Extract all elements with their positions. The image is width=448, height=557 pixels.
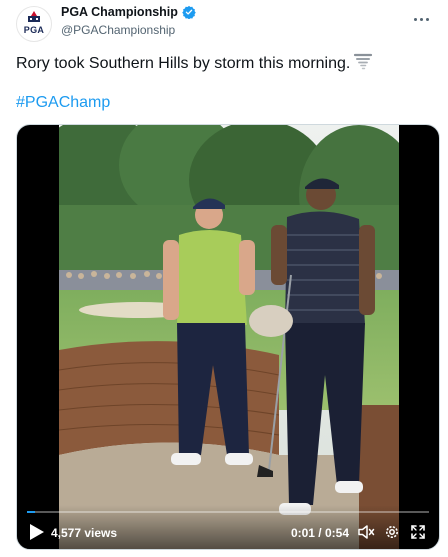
- video-frame[interactable]: [59, 125, 399, 549]
- avatar-logo-text: PGA: [23, 25, 45, 35]
- tweet-text: Rory took Southern Hills by storm this m…: [16, 52, 373, 73]
- progress-bar[interactable]: [27, 511, 429, 513]
- view-count: 4,577 views: [51, 526, 118, 540]
- video-player[interactable]: 4,577 views 0:01 / 0:54: [16, 124, 440, 550]
- tweet-header: PGA PGA Championship @PGAChampionship: [16, 4, 436, 44]
- video-time: 0:01 / 0:54: [290, 526, 349, 540]
- tweet-text-content: Rory took Southern Hills by storm this m…: [16, 55, 351, 72]
- verified-badge-icon: [182, 5, 196, 19]
- gear-icon[interactable]: [383, 523, 401, 541]
- more-icon[interactable]: [412, 10, 430, 28]
- play-icon[interactable]: [29, 523, 45, 541]
- handle[interactable]: @PGAChampionship: [61, 23, 175, 37]
- volume-icon[interactable]: [357, 523, 375, 541]
- name-row: PGA Championship: [61, 5, 196, 19]
- tornado-icon: [354, 53, 373, 70]
- hashtag-link[interactable]: #PGAChamp: [16, 94, 110, 112]
- avatar[interactable]: PGA: [16, 6, 52, 42]
- video-scene-image: [59, 125, 399, 549]
- display-name[interactable]: PGA Championship: [61, 5, 178, 19]
- video-controls: 4,577 views 0:01 / 0:54: [17, 505, 439, 549]
- progress-fill: [27, 511, 36, 513]
- fullscreen-icon[interactable]: [409, 523, 427, 541]
